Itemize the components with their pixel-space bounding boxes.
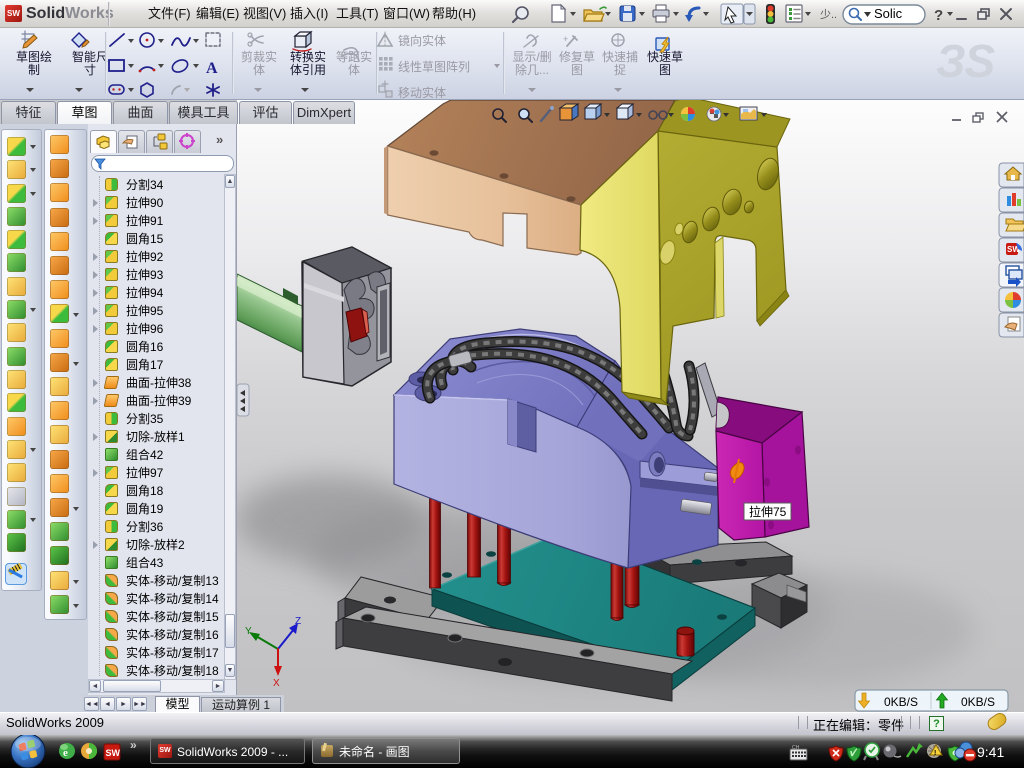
- svg-text:?: ?: [934, 7, 943, 24]
- svg-text:0KB/S: 0KB/S: [884, 695, 918, 709]
- svg-text:Z: Z: [295, 616, 301, 627]
- svg-text:Y: Y: [245, 626, 252, 637]
- svg-text:e: e: [63, 747, 68, 759]
- svg-text:»: »: [130, 738, 137, 752]
- svg-text:A: A: [206, 60, 218, 77]
- svg-text:+: +: [563, 34, 568, 44]
- svg-text:少..: 少..: [820, 8, 837, 21]
- svg-text:0KB/S: 0KB/S: [961, 695, 995, 709]
- svg-text:CH: CH: [792, 745, 800, 751]
- svg-text:拉伸75: 拉伸75: [749, 504, 787, 519]
- svg-text:!: !: [934, 750, 936, 757]
- svg-text:X: X: [273, 678, 280, 689]
- svg-text:Solic: Solic: [874, 6, 903, 21]
- svg-text:SW: SW: [106, 748, 121, 758]
